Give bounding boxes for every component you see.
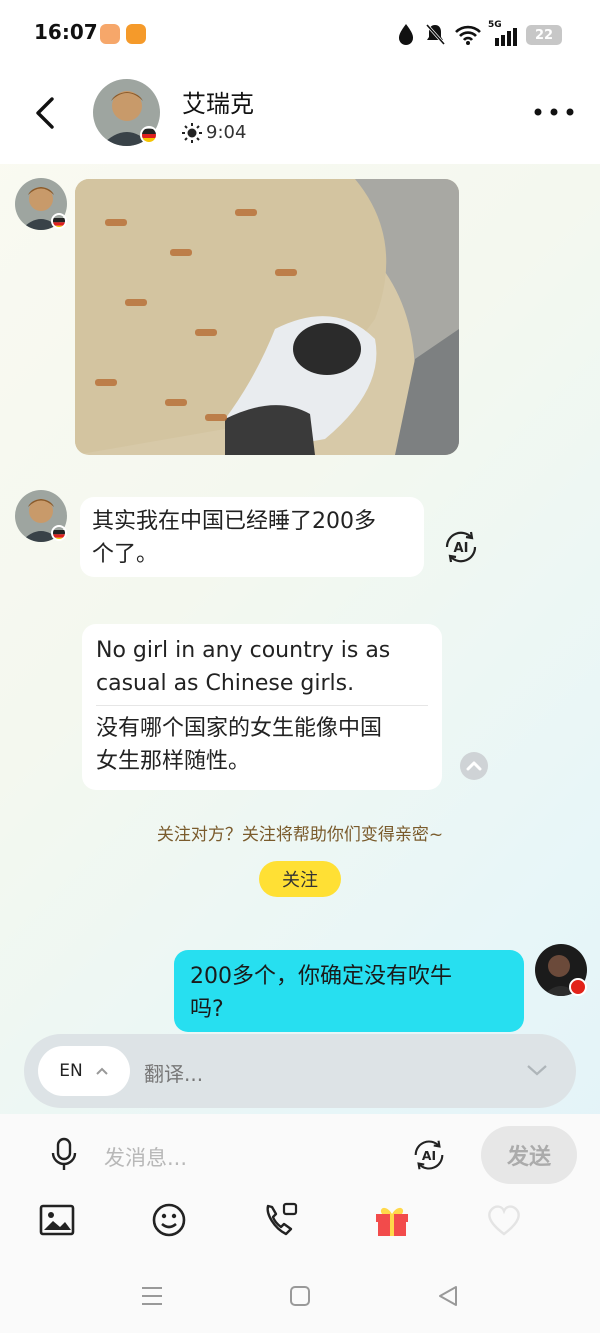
germany-flag-icon xyxy=(51,213,67,229)
send-button[interactable]: 发送 xyxy=(481,1126,577,1184)
message-text-line: 个了。 xyxy=(92,542,159,567)
message-input[interactable]: 发消息... xyxy=(104,1142,187,1172)
back-nav-icon[interactable] xyxy=(436,1284,460,1308)
ai-label: AI xyxy=(422,1149,436,1163)
more-options-button[interactable] xyxy=(532,100,576,124)
original-text-line: casual as Chinese girls. xyxy=(96,671,355,696)
original-text-line: No girl in any country is as xyxy=(96,638,391,663)
app-badge-icon xyxy=(126,24,146,44)
message-text-line: 吗? xyxy=(190,997,224,1022)
china-flag-icon xyxy=(569,978,587,996)
received-text-bubble[interactable]: 其实我在中国已经睡了200多 个了。 xyxy=(80,497,424,577)
signal-icon xyxy=(495,28,517,46)
water-drop-icon xyxy=(399,24,413,45)
message-text-line: 其实我在中国已经睡了200多 xyxy=(92,509,376,534)
translation-card[interactable]: No girl in any country is as casual as C… xyxy=(82,624,442,790)
ai-assist-button[interactable]: AI xyxy=(410,1136,448,1174)
wifi-icon xyxy=(455,25,481,45)
translation-divider xyxy=(96,705,428,706)
chevron-up-icon xyxy=(466,761,482,771)
back-button[interactable] xyxy=(28,95,64,131)
sent-text-bubble[interactable]: 200多个，你确定没有吹牛 吗? xyxy=(174,950,524,1032)
contact-name[interactable]: 艾瑞克 xyxy=(182,84,254,119)
language-selector[interactable]: EN xyxy=(38,1046,130,1096)
image-icon[interactable] xyxy=(38,1200,78,1240)
collapse-translation-button[interactable] xyxy=(460,752,488,780)
microphone-icon[interactable] xyxy=(50,1137,78,1173)
language-label: EN xyxy=(59,1061,83,1081)
ai-label: AI xyxy=(454,541,469,556)
heart-icon[interactable] xyxy=(484,1200,524,1240)
follow-hint: 关注对方？关注将帮助你们变得亲密~ xyxy=(156,825,444,845)
video-call-icon[interactable] xyxy=(262,1200,302,1240)
app-badge-icon xyxy=(100,24,120,44)
bell-muted-icon xyxy=(425,23,446,46)
battery-level: 22 xyxy=(534,27,554,43)
menu-icon[interactable] xyxy=(140,1284,164,1308)
germany-flag-icon xyxy=(140,126,158,144)
photo-message[interactable] xyxy=(75,179,459,455)
translated-text-line: 没有哪个国家的女生能像中国 xyxy=(96,716,383,741)
contact-time-text: 9:04 xyxy=(206,122,247,143)
chevron-up-icon xyxy=(96,1067,108,1075)
message-text-line: 200多个，你确定没有吹牛 xyxy=(190,964,452,989)
chevron-down-icon[interactable] xyxy=(526,1063,548,1077)
ai-translate-button[interactable]: AI xyxy=(441,527,481,567)
follow-button[interactable]: 关注 xyxy=(259,861,341,897)
translated-text-line: 女生那样随性。 xyxy=(96,749,251,774)
home-icon[interactable] xyxy=(289,1285,311,1307)
gift-icon[interactable] xyxy=(372,1200,412,1240)
chat-header xyxy=(0,64,600,164)
translate-input[interactable]: 翻译... xyxy=(144,1058,203,1087)
battery-icon: 22 xyxy=(526,25,562,45)
emoji-icon[interactable] xyxy=(150,1200,190,1240)
contact-local-time: 9:04 xyxy=(182,122,246,143)
sun-icon xyxy=(182,122,202,143)
germany-flag-icon xyxy=(51,525,67,541)
status-time: 16:07 xyxy=(34,20,98,44)
